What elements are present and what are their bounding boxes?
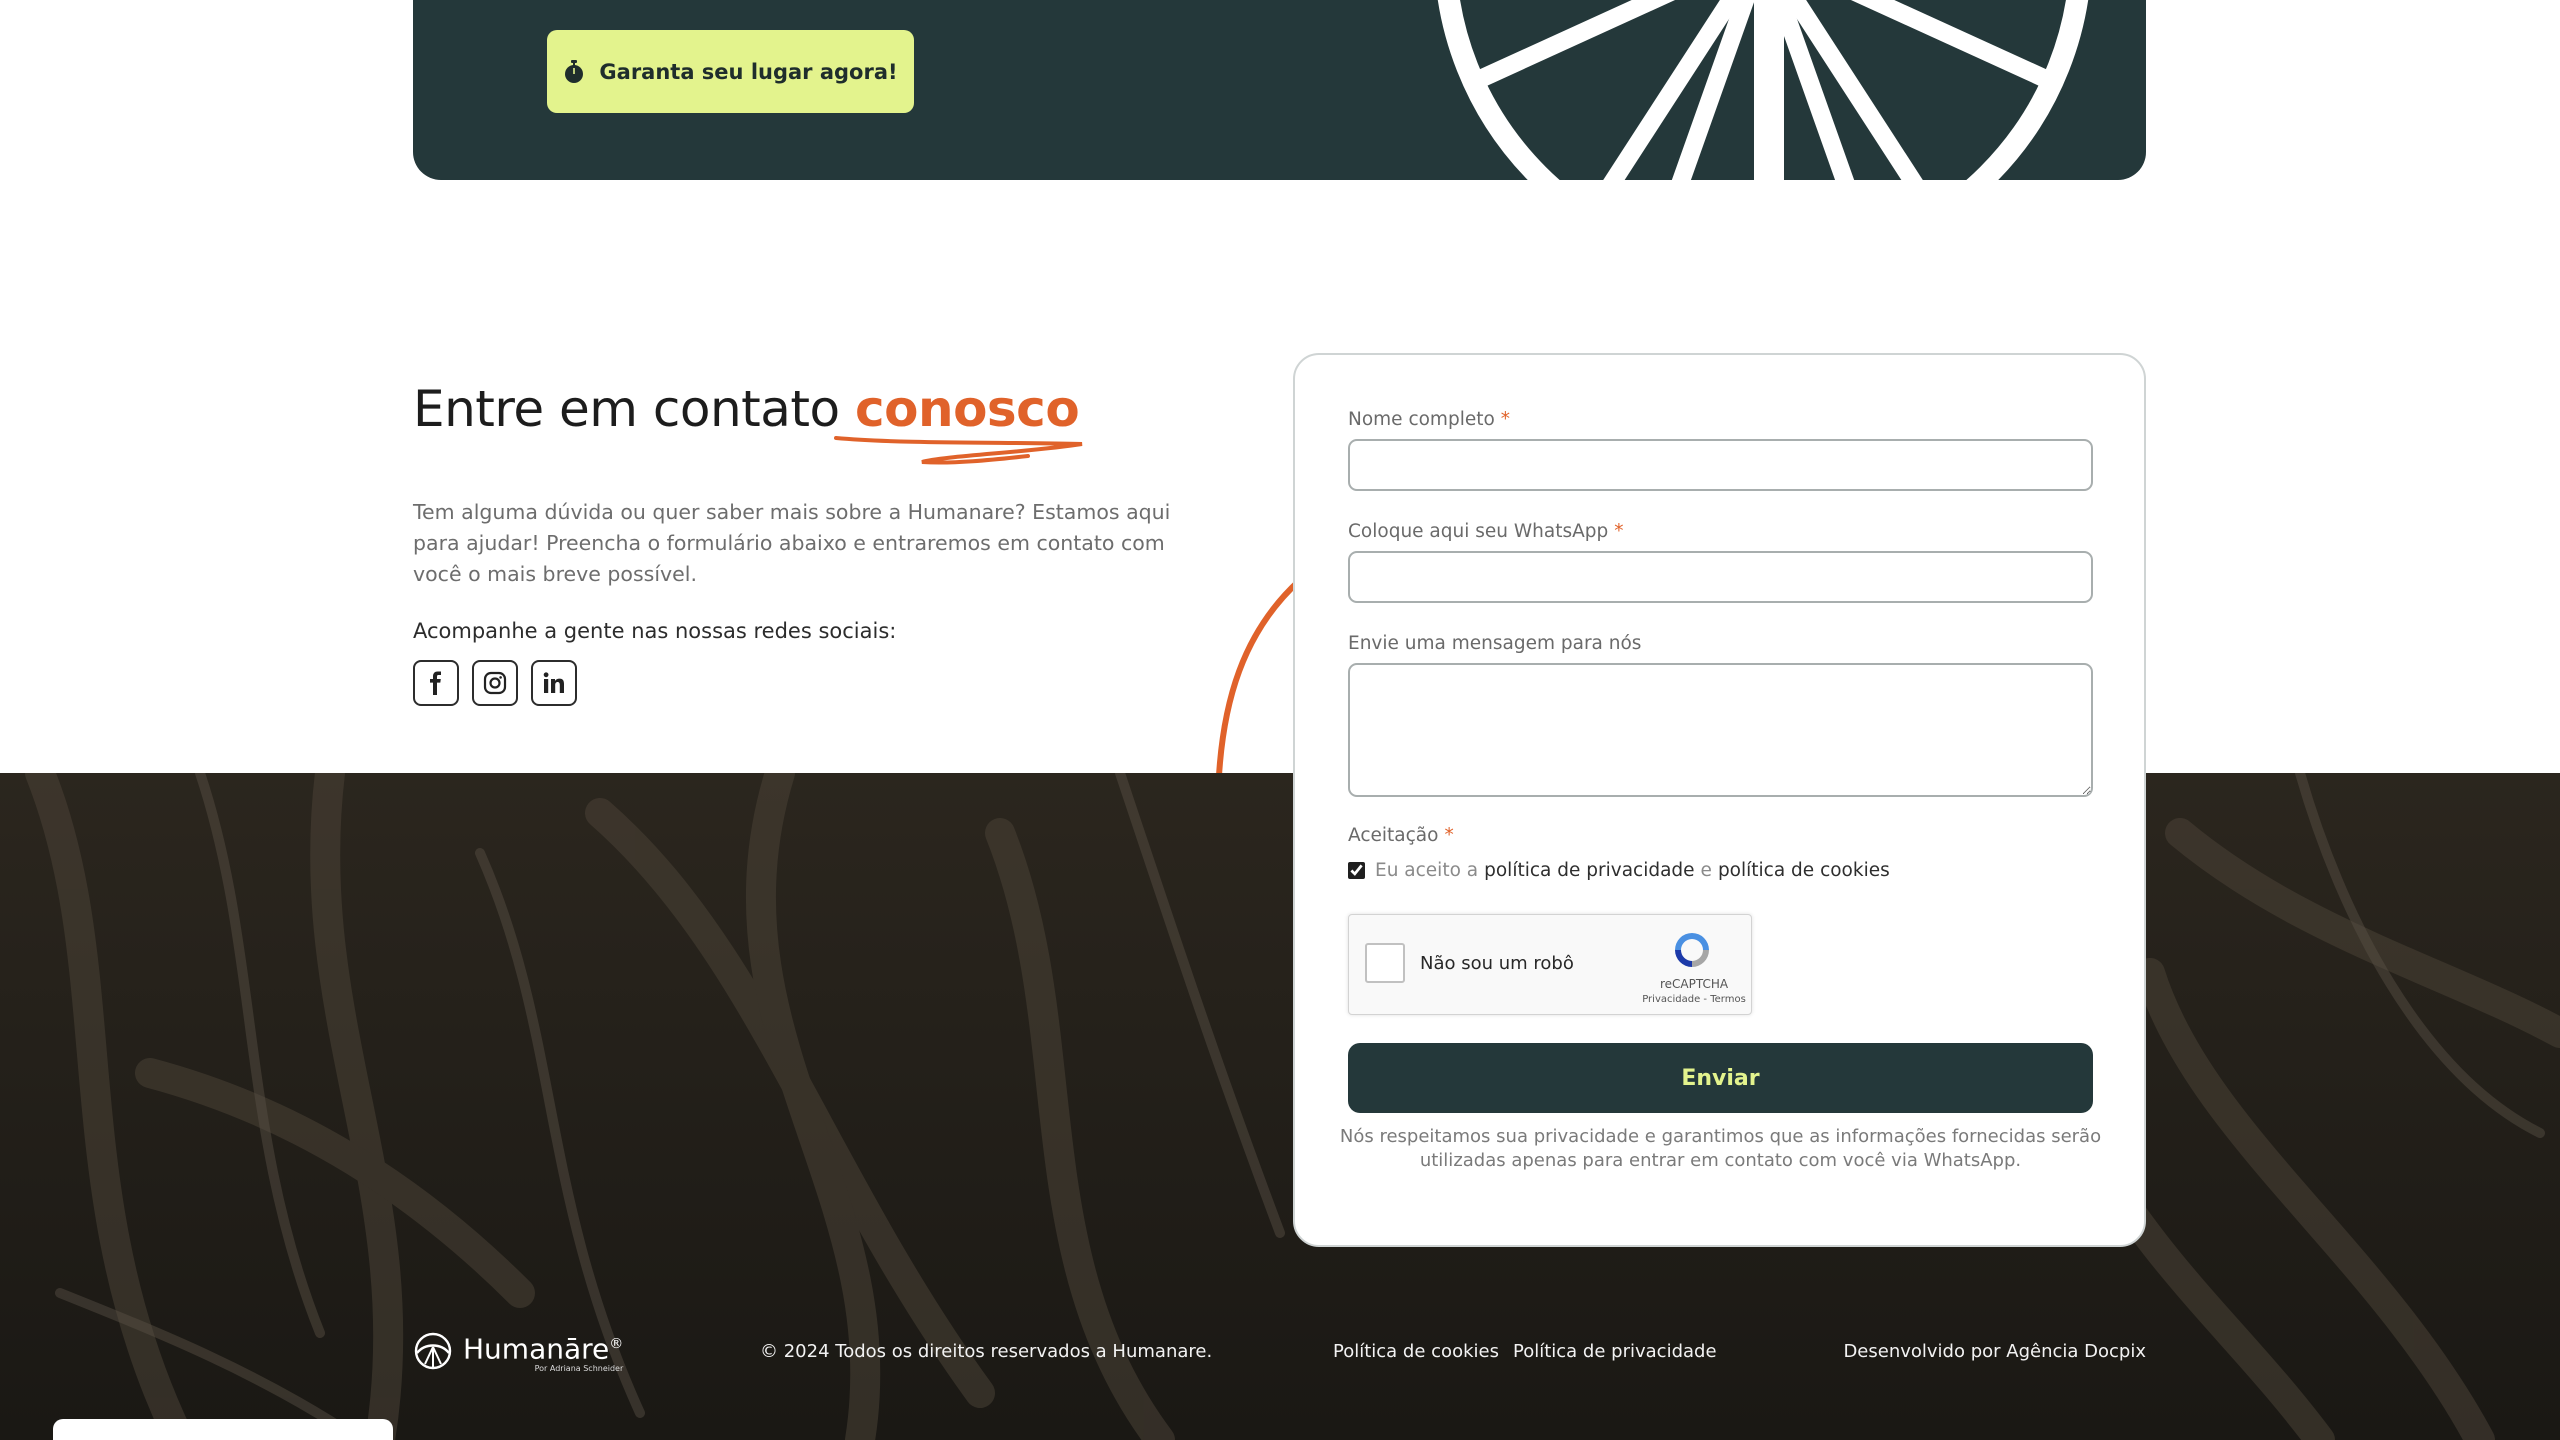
message-label-text: Envie uma mensagem para nós: [1348, 633, 1642, 654]
consent-checkbox[interactable]: [1348, 862, 1365, 879]
accent-underline: [834, 436, 1083, 465]
privacy-note: Nós respeitamos sua privacidade e garant…: [1339, 1126, 2102, 1171]
footer-logo-text: Humanāre® Por Adriana Schneider: [463, 1329, 624, 1374]
recaptcha-widget: Não sou um robô reCAPTCHA Privacidade - …: [1348, 914, 1752, 1015]
name-label: Nome completo *: [1348, 409, 1510, 430]
message-textarea[interactable]: [1348, 663, 2093, 797]
stopwatch-icon: [565, 59, 584, 83]
cta-button[interactable]: Garanta seu lugar agora!: [547, 30, 914, 113]
floating-widget-tab[interactable]: [53, 1419, 393, 1440]
cookie-policy-link[interactable]: política de cookies: [1718, 860, 1890, 881]
consent-prefix: Eu aceito a: [1375, 860, 1479, 881]
linkedin-link[interactable]: [531, 660, 577, 706]
recaptcha-label: Não sou um robô: [1420, 953, 1574, 974]
whatsapp-label: Coloque aqui seu WhatsApp *: [1348, 521, 1624, 542]
social-title: Acompanhe a gente nas nossas redes socia…: [413, 619, 897, 643]
recaptcha-terms[interactable]: Privacidade - Termos: [1634, 994, 1754, 1005]
registered-mark: ®: [609, 1336, 624, 1352]
instagram-icon: [483, 671, 507, 695]
facebook-link[interactable]: [413, 660, 459, 706]
message-label: Envie uma mensagem para nós: [1348, 633, 1641, 654]
whatsapp-label-text: Coloque aqui seu WhatsApp: [1348, 521, 1609, 542]
brand-name: Humanāre®: [463, 1329, 623, 1364]
footer-background: [0, 773, 2560, 1440]
social-links: [413, 660, 577, 706]
whatsapp-input[interactable]: [1348, 551, 2093, 603]
submit-button[interactable]: Enviar: [1348, 1043, 2093, 1113]
humanare-logo-icon: [414, 1332, 452, 1370]
consent-label-text: Aceitação: [1348, 825, 1439, 846]
developer-credit-link[interactable]: Desenvolvido por Agência Docpix: [1843, 1341, 2146, 1362]
required-mark: *: [1614, 521, 1624, 542]
privacy-policy-link[interactable]: política de privacidade: [1484, 860, 1694, 881]
privacy-policy-footer-link[interactable]: Política de privacidade: [1513, 1341, 1717, 1362]
brand-name-text: Humanāre: [463, 1332, 610, 1366]
facebook-icon: [430, 671, 441, 695]
recaptcha-checkbox[interactable]: [1365, 943, 1405, 983]
decorative-wheel: [1437, 0, 2089, 180]
contact-intro: Tem alguma dúvida ou quer saber mais sob…: [413, 500, 1171, 586]
cookies-policy-footer-link[interactable]: Política de cookies: [1333, 1341, 1499, 1362]
name-input[interactable]: [1348, 439, 2093, 491]
brand-subtitle: Por Adriana Schneider: [534, 1364, 624, 1374]
roots-texture: [0, 773, 2560, 1440]
instagram-link[interactable]: [472, 660, 518, 706]
recaptcha-brand: reCAPTCHA: [1659, 977, 1729, 991]
recaptcha-logo-icon: [1675, 933, 1709, 967]
copyright-text: © 2024 Todos os direitos reservados a Hu…: [760, 1341, 1213, 1362]
promo-banner: Garanta seu lugar agora!: [413, 0, 2146, 180]
cta-label: Garanta seu lugar agora!: [599, 59, 898, 84]
footer-logo[interactable]: Humanāre® Por Adriana Schneider: [413, 1329, 623, 1373]
consent-and: e: [1700, 860, 1712, 881]
consent-row: Eu aceito a política de privacidade e po…: [1348, 860, 1890, 881]
contact-heading-text: Entre em contato: [413, 380, 840, 438]
required-mark: *: [1444, 825, 1454, 846]
required-mark: *: [1500, 409, 1511, 430]
contact-form: Nome completo * Coloque aqui seu WhatsApp…: [1293, 353, 2146, 1247]
name-label-text: Nome completo: [1348, 409, 1495, 430]
linkedin-icon: [543, 672, 564, 693]
consent-label: Aceitação *: [1348, 825, 1454, 846]
